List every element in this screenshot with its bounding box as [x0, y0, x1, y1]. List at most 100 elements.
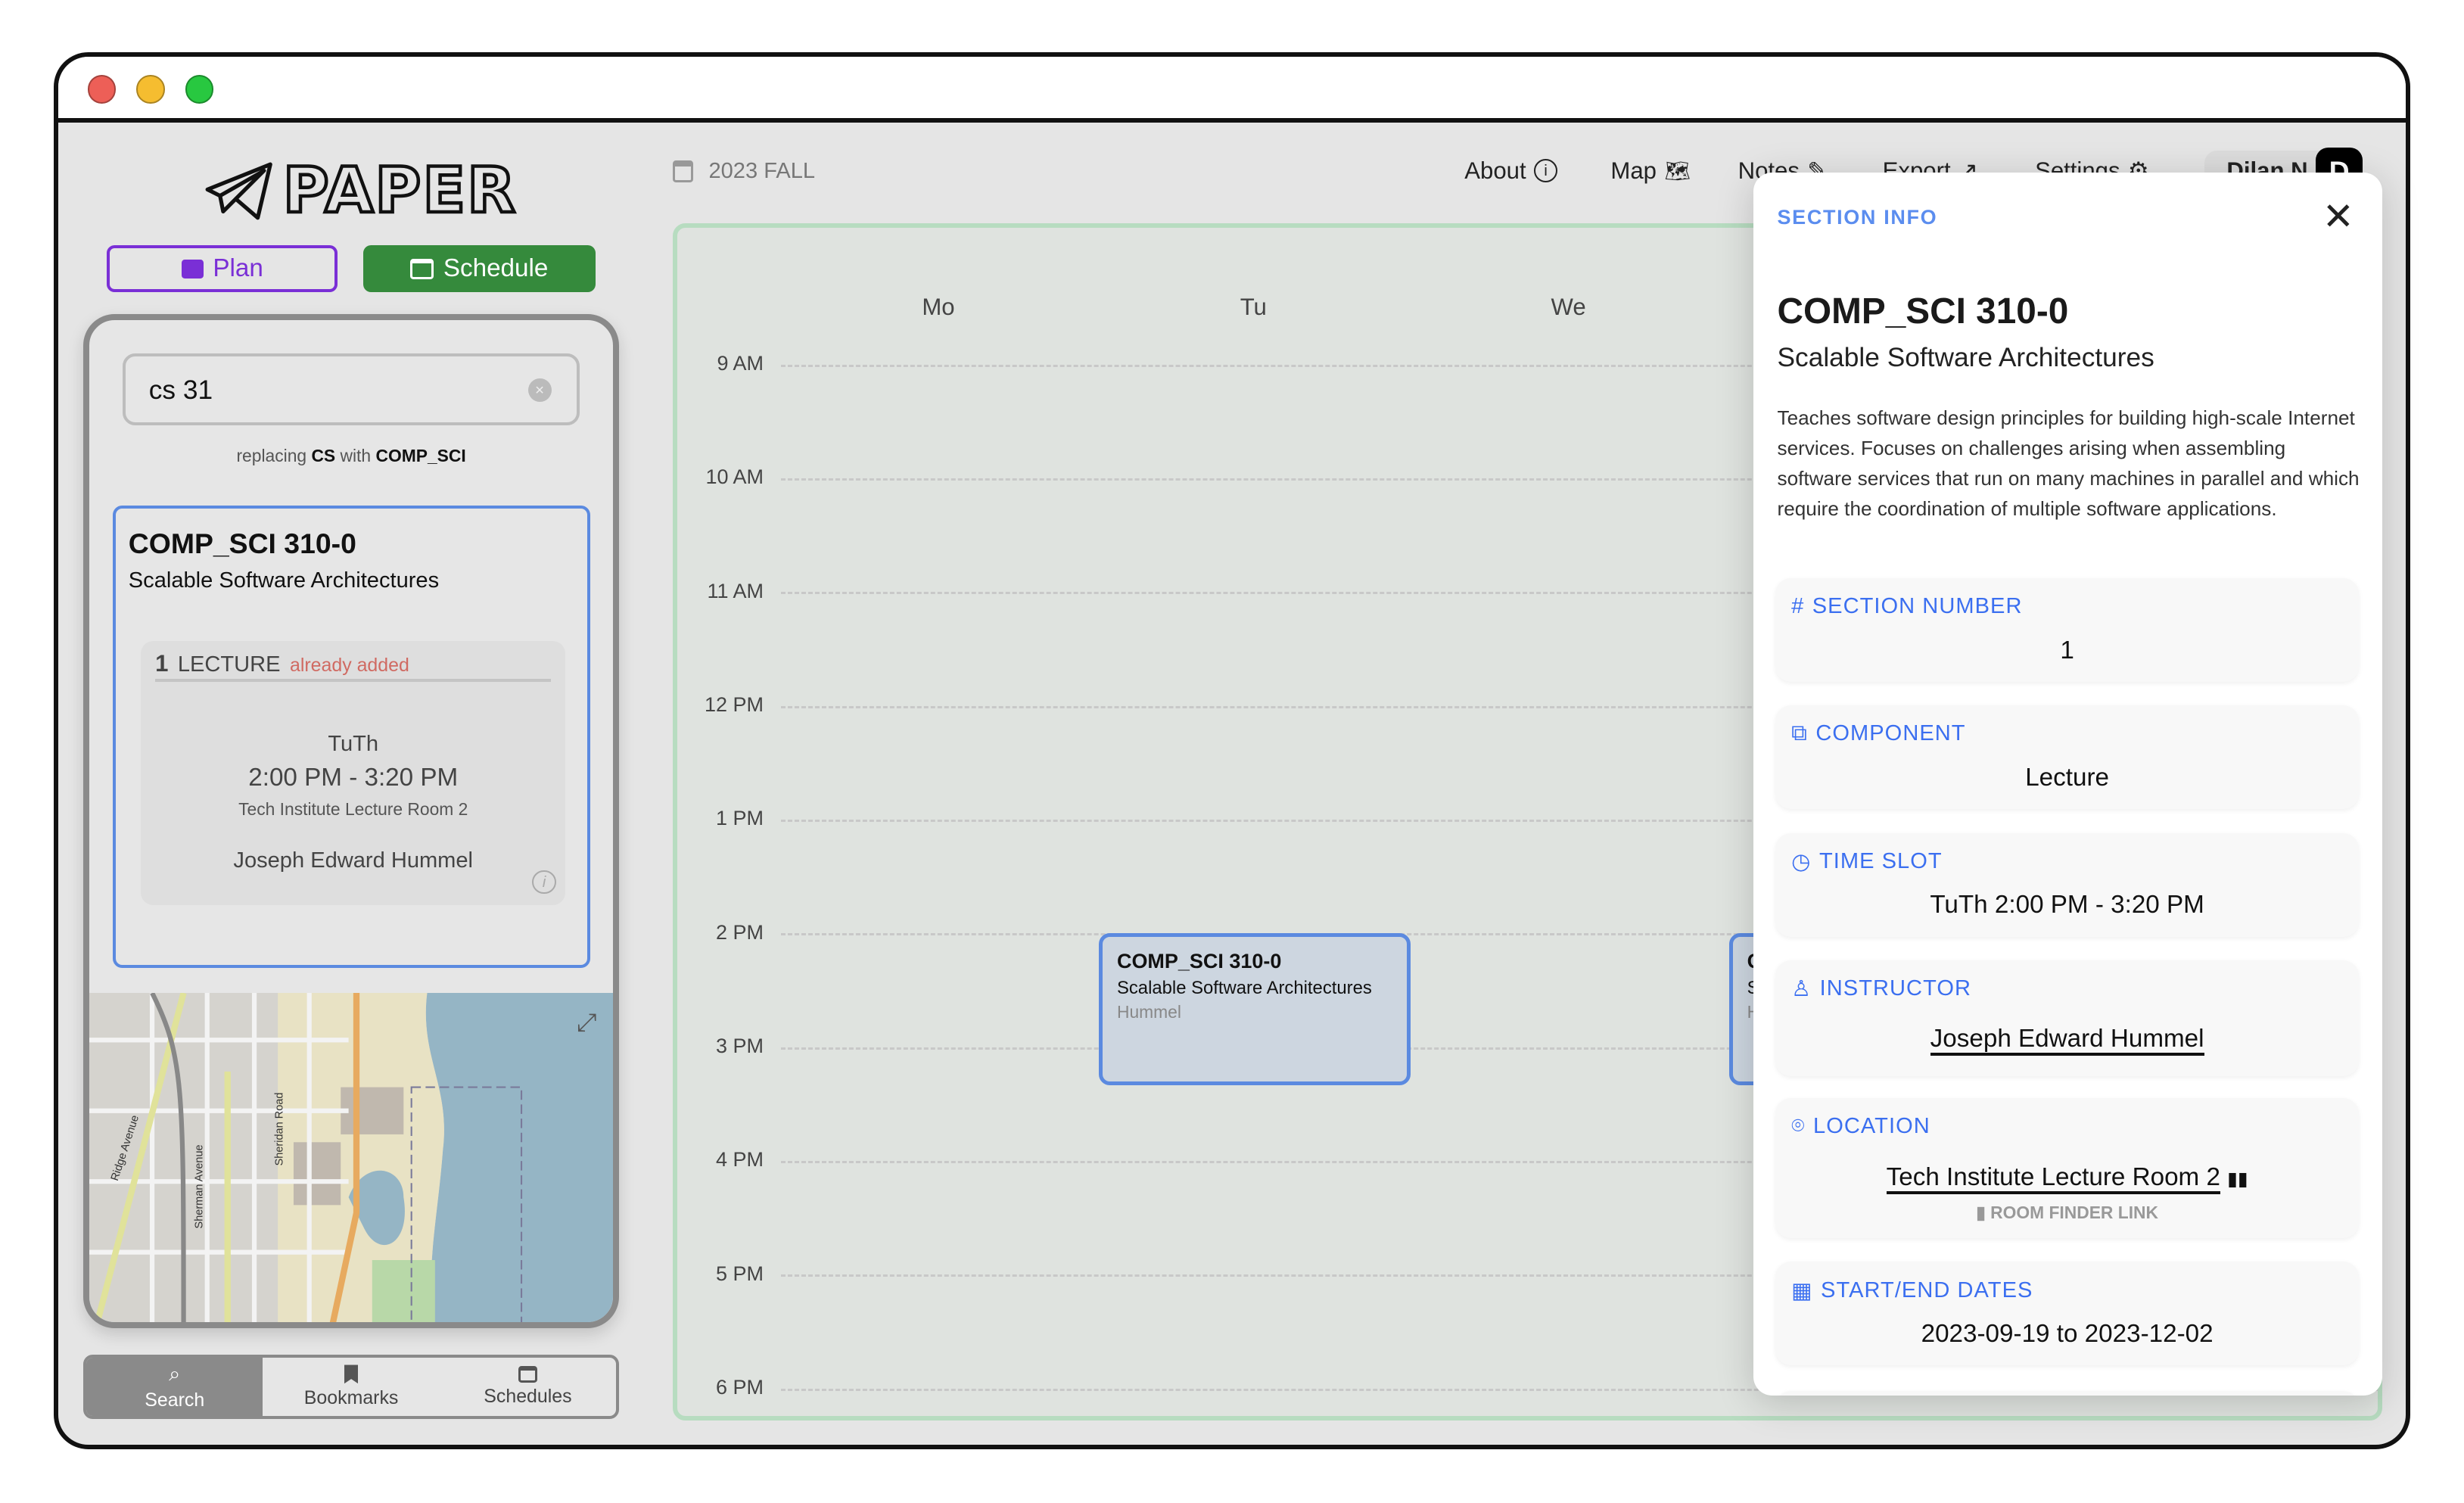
- schedule-button[interactable]: Schedule: [362, 244, 596, 293]
- calendar-icon: [672, 160, 693, 182]
- replacing-from: CS: [311, 446, 336, 466]
- field-section-number: # SECTION NUMBER 1: [1775, 578, 2359, 683]
- search-input-value: cs 31: [148, 375, 213, 405]
- nav-map[interactable]: Map 🗺︎: [1610, 157, 1690, 185]
- field-time-slot: ◷ TIME SLOT TuTh 2:00 PM - 3:20 PM: [1775, 832, 2359, 937]
- course-code: COMP_SCI 310-0: [128, 527, 356, 560]
- calendar-icon: ▦: [1791, 1279, 1813, 1304]
- plan-label: Plan: [213, 254, 263, 283]
- hour-label: 2 PM: [715, 920, 764, 944]
- tab-label: Search: [145, 1389, 205, 1411]
- tab-label: Bookmarks: [303, 1386, 399, 1408]
- tab-label: Schedules: [484, 1386, 572, 1408]
- campus-map[interactable]: Ridge Avenue Sherman Avenue Sheridan Roa…: [89, 993, 614, 1322]
- field-instructor: ♙ INSTRUCTOR Joseph Edward Hummel: [1775, 960, 2359, 1077]
- replacing-mid: with: [340, 446, 372, 466]
- section-component: LECTURE: [177, 652, 281, 677]
- tab-bookmarks[interactable]: Bookmarks: [263, 1358, 439, 1416]
- instructor-link[interactable]: Joseph Edward Hummel: [1930, 1024, 2204, 1056]
- close-icon[interactable]: ✕: [2322, 198, 2354, 236]
- section-instructor: Joseph Edward Hummel: [233, 848, 474, 873]
- field-value: 1: [2060, 636, 2074, 664]
- event-code: COMP_SCI 310-0: [1116, 949, 1282, 972]
- hash-icon: #: [1791, 593, 1805, 618]
- location-pin-icon: ⌾: [1791, 1114, 1806, 1139]
- hour-label: 9 AM: [717, 351, 764, 375]
- day-header: Mo: [922, 294, 955, 321]
- field-label: LOCATION: [1813, 1114, 1930, 1139]
- field-label: COMPONENT: [1815, 721, 1966, 746]
- tab-schedules[interactable]: Schedules: [440, 1358, 616, 1416]
- map-tiles: Ridge Avenue Sherman Avenue Sheridan Roa…: [89, 993, 523, 1322]
- section-info-panel: SECTION INFO ✕ COMP_SCI 310-0 Scalable S…: [1753, 173, 2382, 1396]
- close-window-button[interactable]: [88, 75, 117, 104]
- map-label: Sheridan Road: [273, 1093, 285, 1166]
- section-days: TuTh: [328, 732, 379, 757]
- nav-label: Map: [1610, 157, 1657, 184]
- course-result-card[interactable]: COMP_SCI 310-0 Scalable Software Archite…: [113, 506, 591, 968]
- field-label: SECTION NUMBER: [1812, 593, 2023, 618]
- calendar-icon: [518, 1365, 537, 1383]
- field-dates: ▦ START/END DATES 2023-09-19 to 2023-12-0…: [1775, 1262, 2359, 1366]
- day-header: We: [1551, 294, 1586, 321]
- calendar-event[interactable]: COMP_SCI 310-0 Scalable Software Architec…: [1099, 933, 1411, 1085]
- tab-search[interactable]: ⌕ Search: [86, 1357, 263, 1417]
- calendar-icon: [410, 258, 434, 279]
- info-icon[interactable]: i: [532, 870, 556, 895]
- map-icon: ▮: [1976, 1202, 1991, 1222]
- course-title: Scalable Software Architectures: [128, 568, 440, 593]
- room-finder-label: ROOM FINDER LINK: [1990, 1202, 2159, 1222]
- plan-button[interactable]: Plan: [107, 244, 338, 293]
- clock-icon: ◷: [1791, 850, 1812, 875]
- section-code: COMP_SCI 310-0: [1777, 291, 2069, 332]
- field-value: 2023-09-19 to 2023-12-02: [1921, 1320, 2214, 1349]
- section-time: 2:00 PM - 3:20 PM: [248, 763, 459, 792]
- schedule-label: Schedule: [443, 254, 549, 283]
- hour-label: 10 AM: [705, 465, 764, 489]
- section-number: 1: [155, 650, 169, 677]
- map-icon: ▮▮: [2227, 1168, 2248, 1190]
- search-input[interactable]: cs 31 ×: [122, 353, 580, 426]
- day-header: Tu: [1240, 294, 1267, 321]
- bookmark-icon: [344, 1365, 359, 1384]
- info-icon: i: [1534, 159, 1558, 183]
- map-icon: 🗺︎: [1664, 159, 1691, 182]
- term-label: 2023 FALL: [708, 158, 816, 183]
- field-value: Lecture: [2025, 764, 2110, 792]
- field-label: START/END DATES: [1821, 1278, 2033, 1303]
- hour-label: 5 PM: [715, 1262, 764, 1285]
- map-label: Sherman Avenue: [194, 1144, 206, 1228]
- field-location: ⌾ LOCATION Tech Institute Lecture Room 2 …: [1775, 1098, 2359, 1239]
- room-finder-link[interactable]: ▮ ROOM FINDER LINK: [1775, 1203, 2358, 1223]
- expand-map-icon[interactable]: ⤢: [577, 1009, 597, 1038]
- replacing-to: COMP_SCI: [375, 446, 466, 466]
- logo: PAPER: [204, 152, 518, 229]
- field-label: TIME SLOT: [1818, 849, 1943, 874]
- bottom-tab-bar: ⌕ Search Bookmarks Schedules: [83, 1354, 620, 1420]
- already-added-badge: already added: [289, 655, 409, 677]
- hour-label: 11 AM: [707, 579, 764, 602]
- hour-label: 1 PM: [715, 807, 764, 830]
- minimize-window-button[interactable]: [136, 75, 165, 104]
- location-link[interactable]: Tech Institute Lecture Room 2: [1886, 1162, 2220, 1194]
- hour-label: 12 PM: [704, 692, 764, 716]
- section-description: Teaches software design principles for b…: [1777, 406, 2360, 521]
- field-value: TuTh 2:00 PM - 3:20 PM: [1930, 891, 2204, 920]
- panel-header: SECTION INFO: [1777, 206, 1938, 229]
- event-title: Scalable Software Architectures: [1116, 978, 1372, 999]
- logo-text: PAPER: [281, 152, 518, 229]
- event-instructor: Hummel: [1116, 1002, 1181, 1022]
- field-component: ⧉ COMPONENT Lecture: [1775, 705, 2359, 810]
- stack-icon: [181, 259, 204, 279]
- search-panel: cs 31 × replacing CS with COMP_SCI COMP_…: [83, 314, 620, 1328]
- paper-plane-icon: [205, 162, 272, 219]
- clear-search-icon[interactable]: ×: [527, 378, 552, 403]
- replacing-note: replacing CS with COMP_SCI: [89, 446, 613, 466]
- section-title: Scalable Software Architectures: [1777, 342, 2154, 372]
- field-card-more: [1775, 1390, 2359, 1396]
- puzzle-icon: ⧉: [1791, 721, 1808, 746]
- term-selector[interactable]: 2023 FALL: [672, 158, 816, 184]
- maximize-window-button[interactable]: [185, 75, 214, 104]
- nav-about[interactable]: About i: [1464, 157, 1558, 185]
- section-card[interactable]: 1 LECTURE already added TuTh 2:00 PM - 3…: [141, 640, 566, 905]
